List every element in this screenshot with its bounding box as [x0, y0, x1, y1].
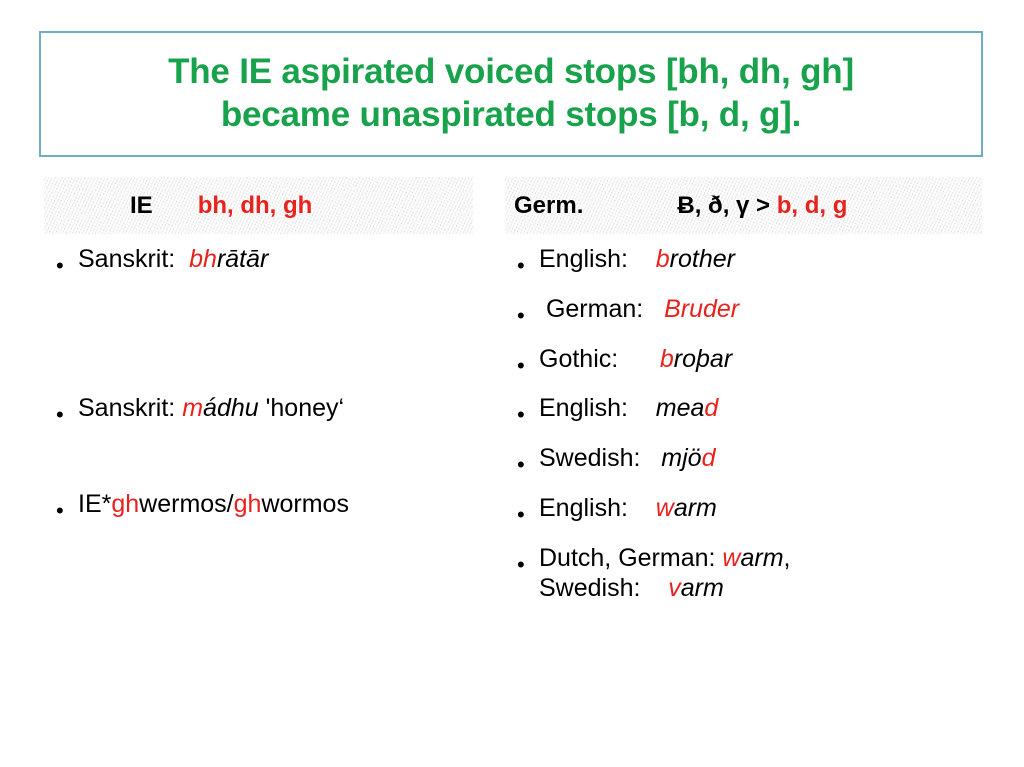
item-gap [628, 394, 656, 422]
item-language: German: [539, 294, 644, 323]
right-header-language-label: Germ. [514, 191, 584, 219]
item-language: English: [539, 245, 628, 273]
item-word-black: arm [673, 493, 717, 522]
item-word-black-2: wormos [261, 489, 349, 518]
item-gap [628, 245, 656, 273]
item-gap [618, 345, 660, 373]
list-item: • German: Bruder [505, 294, 985, 328]
item-language: Swedish: [539, 444, 641, 472]
bullet-icon: • [517, 501, 525, 527]
item-word-red: b [655, 245, 670, 273]
right-column-list: • English: brother • German: Bruder • Go… [505, 244, 985, 604]
item-word-red: b [659, 344, 674, 373]
left-header-language-label: IE [130, 191, 153, 219]
slide-title-box: The IE aspirated voiced stops [bh, dh, g… [39, 31, 983, 157]
list-item: • Swedish: mjöd [505, 443, 985, 477]
item-word-black-line2: arm [680, 574, 724, 603]
item-language: English: [539, 394, 628, 423]
item-language: Gothic: [539, 344, 619, 373]
right-header-sounds-black: Ƀ, ð, γ > [677, 191, 777, 219]
item-word-red: gh [111, 489, 140, 518]
item-language: IE* [78, 489, 112, 518]
right-header-sounds-label: Ƀ, ð, γ > b, d, g [677, 192, 847, 220]
page-title: The IE aspirated voiced stops [bh, dh, g… [158, 51, 864, 136]
item-gap [643, 295, 664, 323]
bullet-icon: • [517, 352, 525, 378]
left-column-header-band: IE bh, dh, gh [44, 177, 473, 234]
list-item-text: Gothic: broþar [539, 344, 732, 375]
item-word-red-tail: d [704, 394, 719, 423]
item-word-red-line2: v [668, 574, 681, 603]
bullet-icon: • [517, 551, 525, 577]
list-item: • English: warm [505, 493, 985, 527]
item-word-black: mea [655, 394, 705, 423]
list-item-text: Sanskrit: mádhu 'honey‘ [78, 393, 344, 424]
title-line-2: became unaspirated stops [b, d, g]. [220, 95, 802, 134]
item-word-red: Bruder [664, 294, 740, 323]
right-column-header-band: Germ. Ƀ, ð, γ > b, d, g [505, 177, 982, 234]
title-line-1: The IE aspirated voiced stops [bh, dh, g… [168, 52, 854, 92]
bullet-icon: • [517, 452, 525, 477]
item-word-black: ádhu [203, 393, 259, 422]
item-word-red-2: gh [233, 489, 262, 518]
list-item-text: English: warm [539, 493, 717, 524]
list-item: • Dutch, German: warm, Swedish: varm [505, 543, 985, 605]
list-item: • English: mead [505, 393, 985, 428]
bullet-icon: • [517, 402, 525, 428]
list-item: • IE*ghwermos/ghwormos [44, 489, 494, 523]
list-item-text: English: brother [539, 244, 735, 275]
bullet-icon: • [56, 401, 64, 427]
item-word-red: bh [189, 245, 217, 273]
list-item-text: Swedish: mjöd [539, 443, 716, 474]
item-suffix: , [783, 543, 791, 572]
list-item-text: Sanskrit: bhrātār [78, 244, 268, 275]
item-language: Dutch, German: [539, 543, 723, 572]
list-item-text: English: mead [539, 393, 718, 424]
item-word-black: wermos/ [139, 489, 234, 518]
item-word-red: w [722, 543, 741, 572]
item-word-red: w [655, 493, 674, 522]
item-word-black: rātār [216, 245, 269, 273]
item-word-black: arm [740, 543, 784, 572]
item-language-line2: Swedish: [539, 574, 641, 603]
item-word-red-tail: d [701, 444, 716, 472]
item-language: Sanskrit: [78, 245, 176, 273]
item-gap [175, 245, 189, 273]
list-item-text: Dutch, German: warm, Swedish: varm [539, 543, 790, 605]
item-language: English: [539, 493, 628, 522]
item-gap [640, 444, 661, 472]
bullet-icon: • [517, 253, 525, 278]
item-gap [628, 494, 656, 522]
list-item: • English: brother [505, 244, 985, 278]
item-language: Sanskrit: [78, 393, 176, 422]
list-item: • Sanskrit: bhrātār [44, 244, 494, 278]
item-gap-line2 [640, 574, 668, 602]
left-header-sounds-label: bh, dh, gh [197, 191, 313, 219]
item-word-black: roþar [673, 344, 733, 373]
list-item-text: IE*ghwermos/ghwormos [78, 489, 349, 520]
bullet-icon: • [56, 497, 64, 523]
left-column-list: • Sanskrit: bhrātār • Sanskrit: mádhu 'h… [44, 244, 494, 523]
list-item-text: German: Bruder [539, 294, 739, 325]
list-item: • Sanskrit: mádhu 'honey‘ [44, 393, 494, 427]
item-suffix: 'honey‘ [258, 393, 345, 422]
list-item: • Gothic: broþar [505, 344, 985, 378]
bullet-icon: • [56, 253, 64, 278]
bullet-icon: • [517, 302, 525, 328]
item-word-red: m [182, 393, 204, 422]
item-word-black: mjö [661, 444, 702, 472]
item-word-black: rother [669, 245, 735, 273]
right-header-sounds-red: b, d, g [776, 191, 848, 219]
